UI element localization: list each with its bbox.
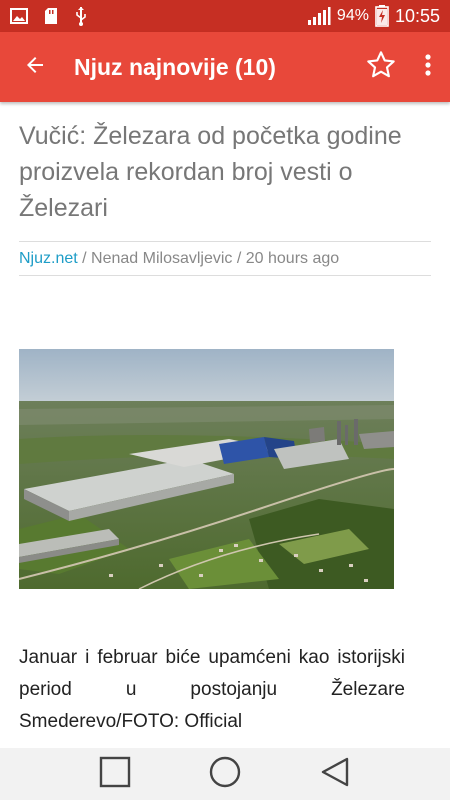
author-time: / Nenad Milosavljevic / 20 hours ago	[77, 250, 340, 267]
sd-card-icon	[44, 7, 58, 25]
back-button[interactable]	[0, 32, 70, 102]
source-link[interactable]: Njuz.net	[19, 250, 78, 267]
recent-apps-icon	[99, 756, 131, 793]
status-notifications	[10, 6, 88, 26]
battery-percent: 94%	[336, 7, 369, 24]
overflow-menu-button[interactable]	[406, 32, 450, 102]
status-system: 94% 10:55	[307, 5, 440, 27]
article-title: Vučić: Železara od početka godine proizv…	[19, 122, 402, 222]
home-icon	[208, 755, 242, 794]
more-vert-icon	[425, 53, 431, 82]
status-time: 10:55	[394, 5, 440, 26]
home-button[interactable]	[195, 748, 255, 800]
back-triangle-icon	[320, 756, 350, 793]
navigation-bar	[0, 748, 450, 800]
signal-icon	[307, 6, 331, 26]
app-title: Njuz najnovije (10)	[74, 53, 276, 80]
image-caption: Januar i februar biće upamćeni kao istor…	[19, 647, 405, 732]
article-meta: Njuz.net / Nenad Milosavljevic / 20 hour…	[19, 241, 431, 276]
favorite-button[interactable]	[356, 32, 406, 102]
status-bar: 94% 10:55	[0, 0, 450, 32]
battery-charging-icon	[375, 5, 389, 27]
star-outline-icon	[365, 49, 397, 86]
recent-apps-button[interactable]	[85, 748, 145, 800]
article-content[interactable]: Vučić: Železara od početka godine proizv…	[0, 102, 450, 748]
usb-icon	[74, 6, 88, 26]
app-bar: Njuz najnovije (10)	[0, 32, 450, 102]
arrow-back-icon	[23, 53, 47, 82]
image-icon	[10, 8, 28, 24]
article-image[interactable]	[19, 349, 394, 589]
system-back-button[interactable]	[305, 748, 365, 800]
